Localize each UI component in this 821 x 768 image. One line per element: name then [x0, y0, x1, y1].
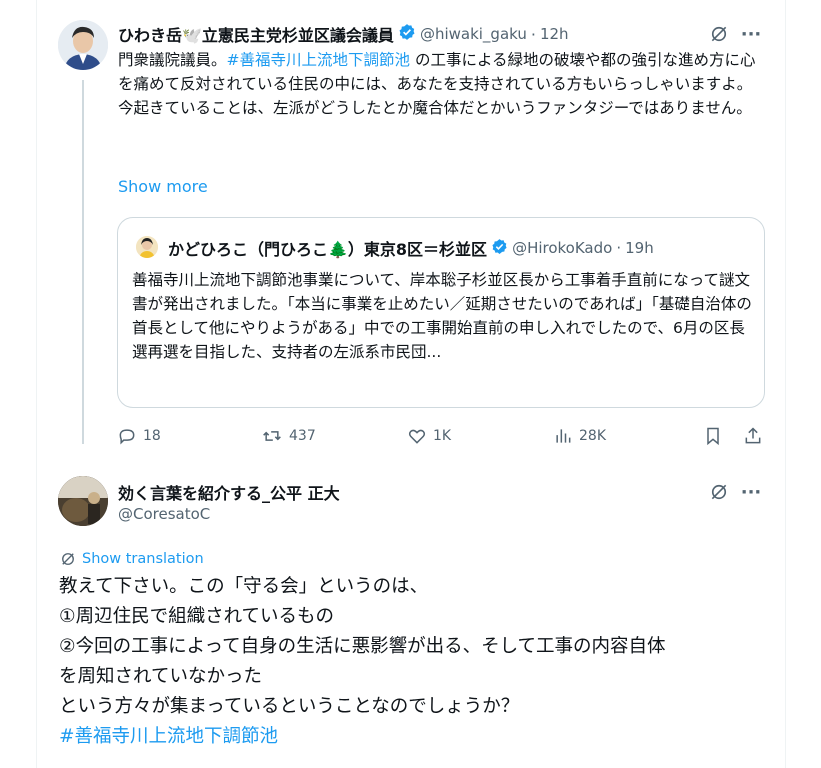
verified-badge-icon — [398, 23, 416, 45]
timeline-column: ひわき岳🕊️立憲民主党杉並区議会議員 @hiwaki_gaku · 12h ··… — [36, 0, 786, 768]
views-button[interactable]: 28K — [553, 426, 606, 446]
show-more-link[interactable]: Show more — [118, 177, 208, 196]
more-icon[interactable]: ··· — [737, 22, 765, 46]
like-button[interactable]: 1K — [407, 426, 451, 446]
reply-handle-row: @CoresatoC — [118, 505, 210, 523]
reply-line: ①周辺住民で組織されているもの — [59, 606, 335, 627]
quoted-timestamp: 19h — [625, 239, 654, 257]
quoted-text: 善福寺川上流地下調節池事業について、岸本聡子杉並区長から工事着手直前になって謎文… — [132, 271, 752, 361]
post-text-prefix: 門衆議院議員。 — [118, 51, 227, 69]
thread-connector-line — [82, 80, 84, 444]
hashtag-link[interactable]: #善福寺川上流地下調節池 — [227, 51, 411, 69]
post-text-line2: 今起きていることは、左派がどうしたとか魔合体だとかいうファンタジーではありません… — [118, 99, 752, 117]
reply-icon — [119, 429, 135, 445]
views-count: 28K — [579, 428, 606, 444]
grok-icon[interactable] — [705, 480, 733, 504]
repost-icon — [263, 431, 281, 441]
separator-dot: · — [616, 239, 622, 257]
reply-count: 18 — [143, 428, 161, 444]
reply-header: 効く言葉を紹介する_公平 正大 — [118, 480, 340, 504]
bookmark-button[interactable] — [703, 426, 723, 446]
author-handle[interactable]: @hiwaki_gaku — [420, 25, 527, 43]
separator-dot: · — [530, 24, 536, 44]
reply-author-name[interactable]: 効く言葉を紹介する_公平 正大 — [118, 480, 340, 504]
timestamp[interactable]: 12h — [540, 25, 569, 43]
reply-hashtag-link[interactable]: #善福寺川上流地下調節池 — [59, 722, 666, 752]
translate-icon — [62, 553, 74, 565]
reply-line: 教えて下さい。この「守る会」というのは、 — [59, 576, 429, 597]
reply-text: 教えて下さい。この「守る会」というのは、 ①周辺住民で組織されているもの ②今回… — [59, 572, 666, 752]
quoted-header: かどひろこ（門ひろこ🌲）東京8区＝杉並区 @HirokoKado · 19h — [168, 236, 654, 260]
post-text: 門衆議院議員。#善福寺川上流地下調節池 の工事による緑地の破壊や都の強引な進め方… — [118, 48, 768, 120]
grok-icon[interactable] — [705, 22, 733, 46]
repost-button[interactable]: 437 — [261, 426, 316, 446]
repost-count: 437 — [289, 428, 316, 444]
reply-author-handle[interactable]: @CoresatoC — [118, 505, 210, 523]
avatar[interactable] — [58, 20, 108, 70]
bookmark-icon — [707, 427, 719, 446]
show-translation-button[interactable]: Show translation — [59, 550, 204, 568]
show-translation-label: Show translation — [82, 551, 204, 567]
quoted-post-card[interactable]: かどひろこ（門ひろこ🌲）東京8区＝杉並区 @HirokoKado · 19h 善… — [117, 217, 765, 408]
share-button[interactable] — [743, 426, 763, 446]
post-header: ひわき岳🕊️立憲民主党杉並区議会議員 @hiwaki_gaku · 12h — [118, 22, 569, 46]
like-count: 1K — [433, 428, 452, 444]
quoted-author-name: かどひろこ（門ひろこ🌲）東京8区＝杉並区 — [168, 240, 488, 259]
reply-avatar[interactable] — [58, 476, 108, 526]
reply-line: を周知されていなかった — [59, 666, 262, 687]
like-icon — [408, 429, 426, 444]
share-icon — [745, 427, 761, 444]
views-icon — [556, 429, 571, 443]
reply-line: ②今回の工事によって自身の生活に悪影響が出る、そして工事の内容自体 — [59, 636, 666, 657]
quoted-author-handle: @HirokoKado — [512, 239, 613, 257]
post-actions: 18 437 1K 28K — [117, 426, 765, 450]
verified-badge-icon — [491, 238, 508, 259]
more-icon[interactable]: ··· — [737, 480, 765, 504]
reply-button[interactable]: 18 — [117, 426, 161, 446]
reply-line: という方々が集まっているということなのでしょうか？ — [59, 696, 520, 717]
quoted-avatar — [136, 236, 158, 258]
author-name[interactable]: ひわき岳🕊️立憲民主党杉並区議会議員 — [118, 22, 394, 46]
